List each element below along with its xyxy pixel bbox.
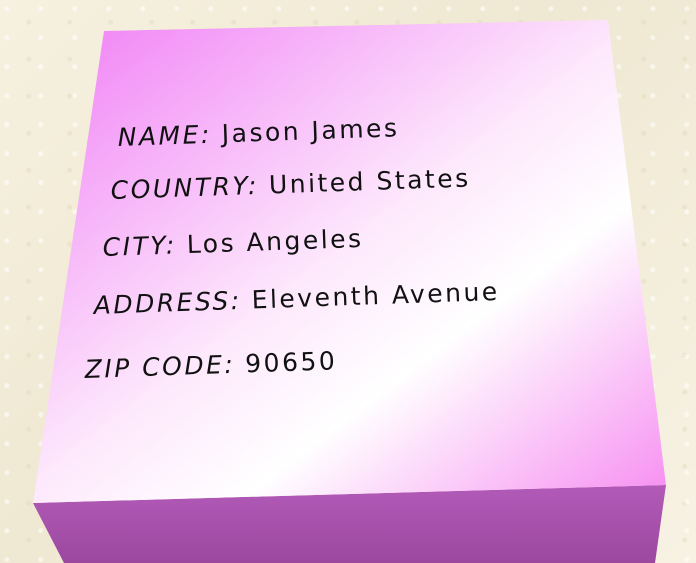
box-top-face xyxy=(33,20,666,503)
field-name-label: NAME: xyxy=(117,120,212,152)
field-city-value: Los Angeles xyxy=(186,224,364,259)
field-country-label: COUNTRY: xyxy=(110,171,259,205)
field-address-label: ADDRESS: xyxy=(91,286,242,320)
field-city-label: CITY: xyxy=(102,230,177,262)
field-zip-code-label: ZIP CODE: xyxy=(83,350,236,384)
field-zip-code-value: 90650 xyxy=(245,346,338,378)
address-box-scene: NAME: Jason James COUNTRY: United States C… xyxy=(33,20,666,563)
